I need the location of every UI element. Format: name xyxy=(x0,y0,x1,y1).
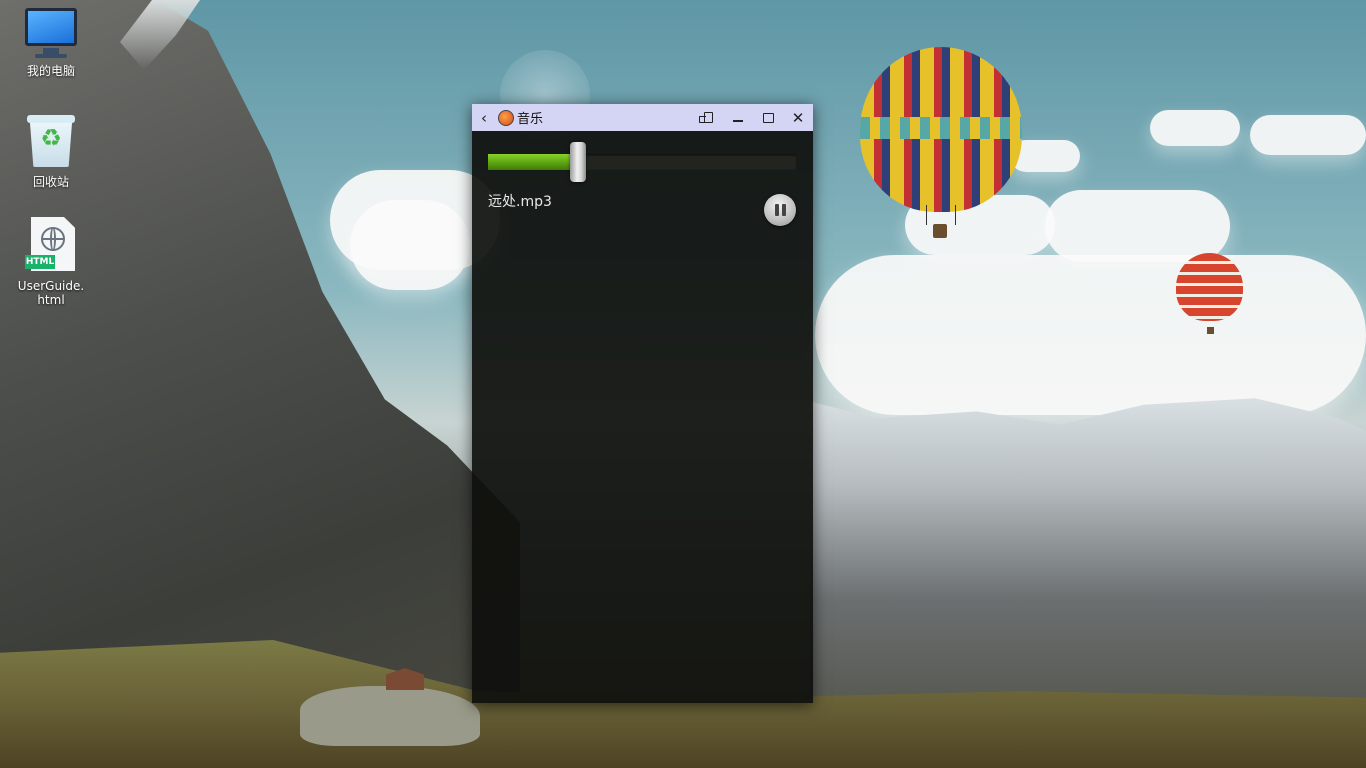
cloud xyxy=(815,255,1366,415)
hot-air-balloon-small xyxy=(1176,253,1243,321)
cloud xyxy=(1045,190,1230,262)
maximize-button[interactable] xyxy=(753,104,783,131)
progress-fill xyxy=(488,154,578,170)
desktop-icon-user-guide[interactable]: HTML UserGuide.html xyxy=(1,217,101,307)
music-app-icon xyxy=(498,109,514,126)
back-button[interactable]: ‹ xyxy=(472,104,496,131)
music-player-window: ‹ 音乐 ✕ 远处.mp3 xyxy=(472,104,813,703)
rotate-button[interactable] xyxy=(693,104,723,131)
window-title: 音乐 xyxy=(517,112,544,127)
desktop: 我的电脑 ♻ 回收站 HTML UserGuide.html ‹ 音乐 ✕ 远处… xyxy=(0,0,1366,768)
progress-bar[interactable] xyxy=(488,154,797,170)
window-titlebar[interactable]: ‹ 音乐 ✕ xyxy=(472,104,813,131)
balloon-basket xyxy=(1207,327,1214,334)
pause-icon xyxy=(774,204,786,216)
track-name: 远处.mp3 xyxy=(488,194,552,210)
snowy-mountain xyxy=(810,398,1366,715)
cloud xyxy=(1150,110,1240,146)
html-file-icon: HTML xyxy=(25,217,77,273)
hot-air-balloon-large xyxy=(860,47,1022,212)
progress-thumb[interactable] xyxy=(569,142,586,182)
desktop-icon-label: 回收站 xyxy=(32,175,69,189)
rocks xyxy=(300,686,480,746)
balloon-basket xyxy=(933,224,947,238)
desktop-icon-recycle-bin[interactable]: ♻ 回收站 xyxy=(1,113,101,189)
computer-icon xyxy=(23,8,79,58)
desktop-icon-label: UserGuide.html xyxy=(17,279,85,307)
cloud xyxy=(1250,115,1366,155)
close-button[interactable]: ✕ xyxy=(783,104,813,131)
desktop-icon-label: 我的电脑 xyxy=(26,64,75,78)
minimize-icon xyxy=(733,119,743,122)
html-badge: HTML xyxy=(25,255,55,269)
maximize-icon xyxy=(762,112,774,123)
recycle-bin-icon: ♻ xyxy=(25,113,77,169)
desktop-icon-my-computer[interactable]: 我的电脑 xyxy=(1,8,101,78)
minimize-button[interactable] xyxy=(723,104,753,131)
balloon-band xyxy=(860,117,1022,139)
balloon-rope xyxy=(926,205,956,225)
cloud xyxy=(350,200,470,290)
rotate-icon xyxy=(698,112,713,123)
back-icon: ‹ xyxy=(481,108,487,127)
close-icon: ✕ xyxy=(791,108,805,127)
pause-button[interactable] xyxy=(764,194,796,226)
